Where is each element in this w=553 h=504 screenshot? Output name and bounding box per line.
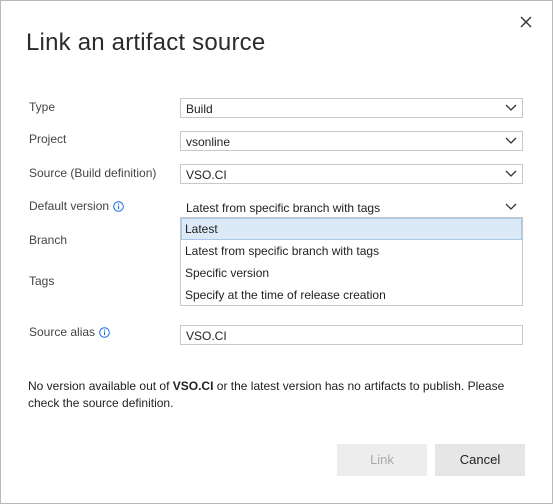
source-select[interactable]: VSO.CI [180,164,523,184]
info-icon[interactable] [113,201,124,212]
no-version-message: No version available out of VSO.CI or th… [28,378,518,412]
project-select[interactable]: vsonline [180,131,523,151]
source-alias-label: Source alias [29,325,110,339]
branch-label: Branch [29,233,68,247]
project-label: Project [29,132,67,146]
message-prefix: No version available out of [28,379,173,393]
message-definition: VSO.CI [172,379,214,393]
type-label: Type [29,100,56,114]
source-value: VSO.CI [186,168,227,182]
dropdown-option-specify-at-release[interactable]: Specify at the time of release creation [181,284,522,306]
close-icon[interactable] [516,12,536,32]
source-alias-value: VSO.CI [186,329,227,343]
chevron-down-icon [505,104,517,111]
source-label: Source (Build definition) [29,166,157,180]
source-alias-label-text: Source alias [29,325,96,339]
link-artifact-dialog: Link an artifact source Type Build Proje… [0,0,553,504]
chevron-down-icon [505,203,517,210]
default-version-dropdown: Latest Latest from specific branch with … [180,217,523,306]
project-value: vsonline [186,135,231,149]
dropdown-option-latest-branch-tags[interactable]: Latest from specific branch with tags [181,240,522,262]
chevron-down-icon [505,170,517,177]
default-version-select[interactable]: Latest from specific branch with tags [180,197,523,217]
dropdown-option-latest[interactable]: Latest [181,218,522,240]
source-alias-input[interactable]: VSO.CI [180,325,523,345]
info-icon[interactable] [99,327,110,338]
chevron-down-icon [505,137,517,144]
tags-label: Tags [29,274,55,288]
type-select[interactable]: Build [180,98,523,118]
dropdown-option-specific-version[interactable]: Specific version [181,262,522,284]
cancel-button[interactable]: Cancel [435,444,525,476]
link-button[interactable]: Link [337,444,427,476]
type-value: Build [186,102,213,116]
default-version-label: Default version [29,199,124,213]
dialog-title: Link an artifact source [26,29,266,56]
default-version-label-text: Default version [29,199,110,213]
default-version-value: Latest from specific branch with tags [186,201,381,215]
